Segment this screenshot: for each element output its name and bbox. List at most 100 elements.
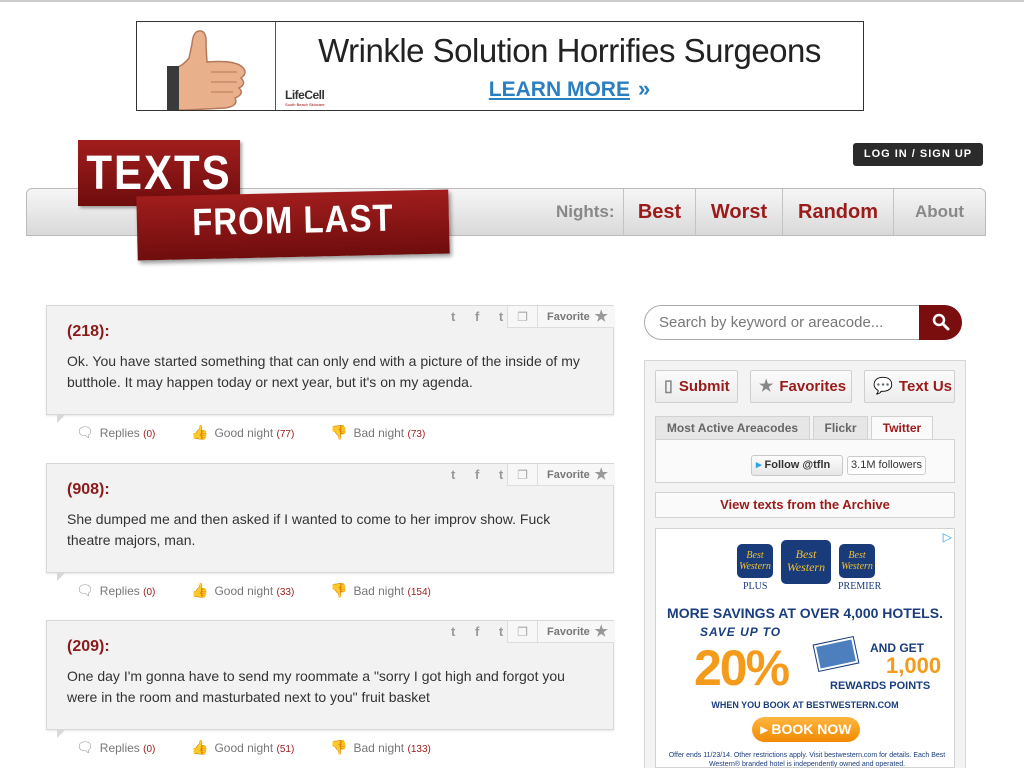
- tab-twitter[interactable]: Twitter: [871, 416, 933, 440]
- top-banner-ad[interactable]: LifeCell South Beach Skincare Wrinkle So…: [136, 21, 864, 111]
- text-us-label: Text Us: [898, 378, 952, 395]
- bad-night-label: Bad night: [353, 426, 405, 440]
- book-now-label: BOOK NOW: [771, 721, 852, 737]
- bad-night-label: Bad night: [353, 584, 405, 598]
- follow-tfln-button[interactable]: ▸ Follow @tfln: [751, 455, 843, 476]
- ad-cta-label: LEARN MORE: [488, 78, 630, 101]
- rewards-card-icon: [812, 635, 860, 673]
- bad-night-vote[interactable]: 👎 Bad night (73): [330, 424, 425, 441]
- best-western-plus-logo: Best Western: [737, 544, 773, 578]
- login-signup-button[interactable]: LOG IN / SIGN UP: [853, 143, 983, 166]
- ad-savings-headline: MORE SAVINGS AT OVER 4,000 HOTELS.: [667, 605, 943, 621]
- ad-fine-print: Offer ends 11/23/14. Other restrictions …: [668, 752, 946, 768]
- share-icons[interactable]: t f t: [451, 309, 511, 324]
- best-western-ad[interactable]: ▷ Best Western PLUS Best Western Best We…: [655, 528, 955, 768]
- speech-tail: [57, 720, 66, 738]
- replies-link[interactable]: 🗨 Replies (0): [76, 424, 155, 441]
- favorite-label: Favorite: [547, 469, 590, 481]
- text-post: t f t ❐ Favorite ★ (218): Ok. You have st…: [46, 305, 614, 423]
- nav-about[interactable]: About: [893, 189, 985, 235]
- speech-bubble-icon: 🗨: [76, 739, 94, 755]
- text-post: t f t ❐ Favorite ★ (209): One day I'm gon…: [46, 620, 614, 738]
- top-border: [0, 0, 1024, 2]
- favorite-button[interactable]: Favorite ★: [537, 464, 614, 486]
- copy-icon[interactable]: ❐: [507, 306, 537, 328]
- thumbs-down-icon: 👎: [330, 739, 348, 755]
- logo-premier-label: PREMIER: [838, 581, 882, 592]
- bad-night-count: (154): [407, 587, 431, 598]
- phone-icon: ▯: [664, 378, 673, 395]
- favorite-button[interactable]: Favorite ★: [537, 306, 614, 328]
- star-icon: ★: [594, 623, 608, 640]
- nav-random[interactable]: Random: [782, 189, 893, 235]
- good-night-label: Good night: [214, 741, 274, 755]
- replies-link[interactable]: 🗨 Replies (0): [76, 582, 155, 599]
- favorite-label: Favorite: [547, 626, 590, 638]
- post-areacode[interactable]: (908):: [67, 481, 110, 499]
- good-night-vote[interactable]: 👍 Good night (33): [191, 582, 294, 599]
- good-night-vote[interactable]: 👍 Good night (51): [191, 739, 294, 756]
- replies-link[interactable]: 🗨 Replies (0): [76, 739, 155, 756]
- favorite-button[interactable]: Favorite ★: [537, 621, 614, 643]
- tab-flickr[interactable]: Flickr: [813, 416, 868, 440]
- ad-rewards-points: REWARDS POINTS: [830, 680, 931, 692]
- search-icon: [932, 313, 949, 331]
- speech-bubble-icon: 🗨: [76, 424, 94, 440]
- search-button[interactable]: [919, 305, 962, 340]
- search-bar: [644, 305, 962, 340]
- thumbs-up-hand-image: [137, 22, 276, 110]
- bad-night-label: Bad night: [353, 741, 405, 755]
- nav-label-nights: Nights:: [556, 202, 615, 221]
- thumbs-down-icon: 👎: [330, 424, 348, 440]
- best-western-logo: Best Western: [781, 540, 831, 584]
- site-logo-from-last-night[interactable]: FROM LAST NIGHT: [136, 189, 450, 316]
- text-us-button[interactable]: 💬 Text Us: [864, 370, 955, 403]
- nav-best[interactable]: Best: [623, 189, 695, 235]
- twitter-bird-icon: ▸: [756, 459, 762, 471]
- post-text: She dumped me and then asked if I wanted…: [67, 511, 551, 548]
- bad-night-vote[interactable]: 👎 Bad night (133): [330, 739, 431, 756]
- post-areacode[interactable]: (209):: [67, 638, 110, 656]
- good-night-count: (77): [276, 429, 295, 440]
- share-icons[interactable]: t f t: [451, 467, 511, 482]
- search-input[interactable]: [644, 305, 934, 340]
- star-icon: ★: [594, 466, 608, 483]
- logo-plus-label: PLUS: [743, 581, 768, 592]
- follow-label: Follow @tfln: [764, 459, 831, 471]
- good-night-label: Good night: [214, 426, 274, 440]
- followers-count: 3.1M followers: [847, 456, 926, 475]
- speech-tail: [57, 563, 66, 581]
- thumbs-up-icon: 👍: [191, 582, 209, 598]
- copy-icon[interactable]: ❐: [507, 621, 537, 643]
- post-text: One day I'm gonna have to send my roomma…: [67, 668, 565, 705]
- replies-count: (0): [143, 744, 156, 755]
- bad-night-vote[interactable]: 👎 Bad night (154): [330, 582, 431, 599]
- good-night-vote[interactable]: 👍 Good night (77): [191, 424, 294, 441]
- submit-label: Submit: [678, 378, 730, 395]
- star-icon: ★: [759, 378, 774, 395]
- best-western-premier-logo: Best Western: [839, 544, 875, 578]
- bad-night-count: (133): [407, 744, 431, 755]
- submit-button[interactable]: ▯ Submit: [655, 370, 738, 403]
- post-text: Ok. You have started something that can …: [67, 353, 580, 390]
- good-night-count: (33): [276, 587, 295, 598]
- lifecell-tagline: South Beach Skincare: [285, 102, 325, 107]
- replies-label: Replies: [99, 741, 140, 755]
- nav-worst[interactable]: Worst: [695, 189, 782, 235]
- share-icons[interactable]: t f t: [451, 624, 511, 639]
- tab-most-active-areacodes[interactable]: Most Active Areacodes: [655, 416, 810, 440]
- copy-icon[interactable]: ❐: [507, 464, 537, 486]
- adchoices-icon[interactable]: ▷: [943, 530, 952, 544]
- good-night-count: (51): [276, 744, 295, 755]
- ad-learn-more-link[interactable]: LEARN MORE »: [276, 76, 863, 102]
- favorites-button[interactable]: ★ Favorites: [750, 370, 852, 403]
- book-now-button[interactable]: ▸ BOOK NOW: [752, 717, 860, 742]
- ad-percent: 20%: [694, 640, 790, 696]
- thumb-icon: [137, 22, 275, 110]
- favorites-label: Favorites: [779, 378, 847, 395]
- post-areacode[interactable]: (218):: [67, 323, 110, 341]
- replies-count: (0): [143, 587, 156, 598]
- archive-link[interactable]: View texts from the Archive: [655, 492, 955, 518]
- star-icon: ★: [594, 308, 608, 325]
- ad-when-book: WHEN YOU BOOK AT BESTWESTERN.COM: [711, 700, 899, 710]
